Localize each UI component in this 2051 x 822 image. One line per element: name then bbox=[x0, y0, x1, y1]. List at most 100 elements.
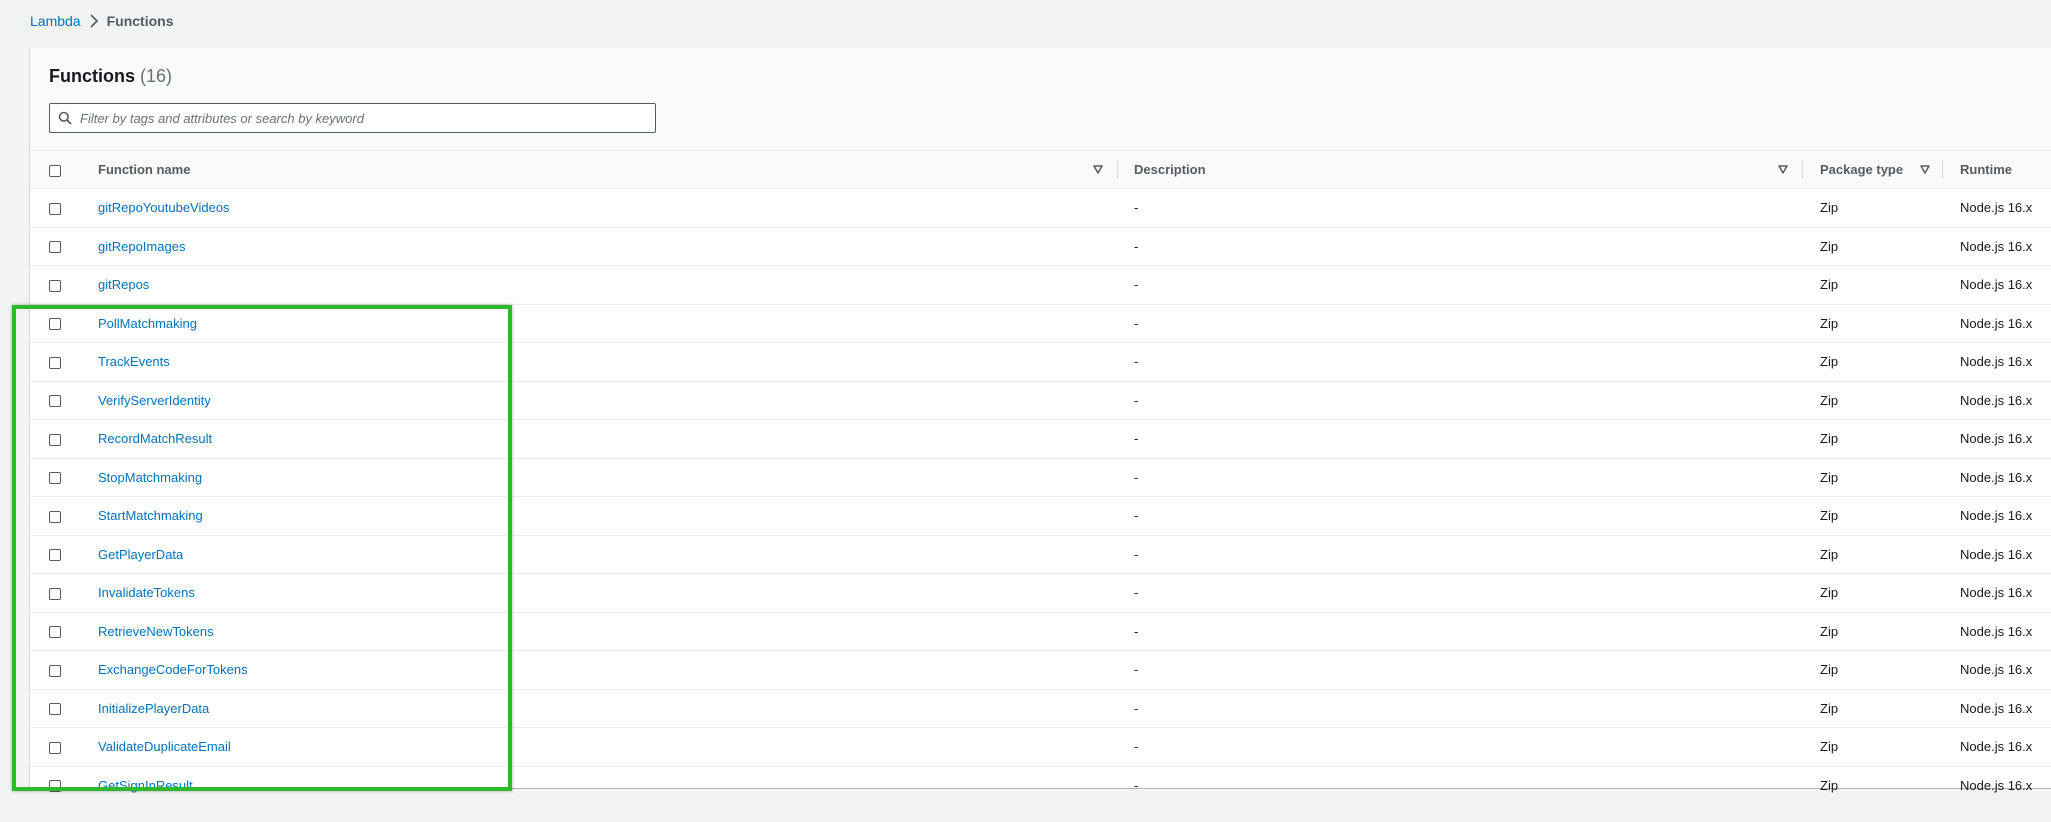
row-checkbox[interactable] bbox=[49, 279, 61, 292]
row-checkbox[interactable] bbox=[49, 510, 61, 523]
description-cell: - bbox=[1117, 304, 1802, 343]
table-row: ExchangeCodeForTokens - Zip Node.js 16.x bbox=[30, 650, 2051, 690]
panel-title: Functions (16) bbox=[49, 66, 172, 87]
row-checkbox-cell bbox=[30, 573, 78, 613]
row-checkbox-cell bbox=[30, 265, 78, 305]
function-name-cell: PollMatchmaking bbox=[78, 304, 1117, 343]
header-package-type[interactable]: Package type bbox=[1802, 150, 1942, 189]
function-name-link[interactable]: RecordMatchResult bbox=[98, 431, 212, 446]
table-row: gitRepoYoutubeVideos - Zip Node.js 16.x bbox=[30, 188, 2051, 228]
function-name-link[interactable]: InitializePlayerData bbox=[98, 701, 209, 716]
search-icon bbox=[50, 111, 80, 125]
breadcrumb-lambda-link[interactable]: Lambda bbox=[30, 13, 81, 29]
function-name-link[interactable]: gitRepos bbox=[98, 277, 149, 292]
runtime-cell: Node.js 16.x bbox=[1942, 227, 2051, 266]
description-cell: - bbox=[1117, 342, 1802, 382]
function-name-cell: StartMatchmaking bbox=[78, 496, 1117, 536]
description-cell: - bbox=[1117, 535, 1802, 574]
package-type-cell: Zip bbox=[1802, 342, 1942, 382]
header-package-type-label: Package type bbox=[1820, 162, 1904, 177]
table-row: gitRepoImages - Zip Node.js 16.x bbox=[30, 227, 2051, 266]
function-name-link[interactable]: GetPlayerData bbox=[98, 547, 183, 562]
row-checkbox[interactable] bbox=[49, 780, 61, 793]
row-checkbox-cell bbox=[30, 381, 78, 420]
function-name-cell: RecordMatchResult bbox=[78, 419, 1117, 459]
package-type-cell: Zip bbox=[1802, 612, 1942, 651]
description-cell: - bbox=[1117, 188, 1802, 228]
function-name-link[interactable]: TrackEvents bbox=[98, 354, 170, 369]
package-type-cell: Zip bbox=[1802, 419, 1942, 459]
row-checkbox[interactable] bbox=[49, 549, 61, 562]
function-count: (16) bbox=[140, 66, 173, 86]
row-checkbox-cell bbox=[30, 188, 78, 228]
row-checkbox[interactable] bbox=[49, 664, 61, 677]
sort-triangle-icon[interactable] bbox=[1778, 165, 1788, 174]
table-row: InvalidateTokens - Zip Node.js 16.x bbox=[30, 573, 2051, 613]
runtime-cell: Node.js 16.x bbox=[1942, 342, 2051, 382]
package-type-cell: Zip bbox=[1820, 777, 1839, 793]
description-cell: - bbox=[1117, 381, 1802, 420]
runtime-cell: Node.js 16.x bbox=[1942, 650, 2051, 690]
row-checkbox[interactable] bbox=[49, 626, 61, 639]
function-name-link[interactable]: InvalidateTokens bbox=[98, 585, 195, 600]
row-checkbox[interactable] bbox=[49, 356, 61, 369]
function-name-link[interactable]: StopMatchmaking bbox=[98, 470, 202, 485]
table-row: InitializePlayerData - Zip Node.js 16.x bbox=[30, 689, 2051, 728]
breadcrumb: Lambda Functions bbox=[30, 13, 173, 29]
row-checkbox-cell bbox=[30, 689, 78, 728]
sort-triangle-icon[interactable] bbox=[1093, 165, 1103, 174]
search-box bbox=[49, 103, 656, 133]
search-input[interactable] bbox=[80, 105, 655, 131]
breadcrumb-current: Functions bbox=[106, 13, 174, 29]
row-checkbox[interactable] bbox=[49, 241, 61, 254]
row-checkbox[interactable] bbox=[49, 433, 61, 446]
row-checkbox-cell bbox=[30, 766, 78, 804]
package-type-cell: Zip bbox=[1802, 496, 1942, 536]
function-name-link[interactable]: gitRepoImages bbox=[98, 239, 185, 254]
header-checkbox-cell bbox=[30, 150, 78, 189]
function-name-cell: InvalidateTokens bbox=[78, 573, 1117, 613]
select-all-checkbox[interactable] bbox=[49, 164, 61, 177]
function-name-cell: GetPlayerData bbox=[78, 535, 1117, 574]
runtime-cell: Node.js 16.x bbox=[1942, 419, 2051, 459]
table-row: VerifyServerIdentity - Zip Node.js 16.x bbox=[30, 381, 2051, 420]
sort-triangle-icon[interactable] bbox=[1920, 165, 1930, 174]
row-checkbox[interactable] bbox=[49, 703, 61, 716]
column-divider bbox=[1117, 160, 1118, 179]
header-function-name[interactable]: Function name bbox=[78, 150, 1117, 189]
table-row: GetSignInResult - Zip Node.js 16.x bbox=[30, 766, 2051, 804]
header-function-name-label: Function name bbox=[98, 162, 191, 177]
row-checkbox[interactable] bbox=[49, 395, 61, 408]
runtime-cell: Node.js 16.x bbox=[1942, 496, 2051, 536]
function-name-link[interactable]: PollMatchmaking bbox=[98, 316, 197, 331]
function-name-link[interactable]: VerifyServerIdentity bbox=[98, 393, 211, 408]
runtime-cell: Node.js 16.x bbox=[1942, 573, 2051, 613]
row-checkbox[interactable] bbox=[49, 741, 61, 754]
package-type-cell: Zip bbox=[1802, 689, 1942, 728]
functions-table: Function name Description Package type R… bbox=[30, 150, 2051, 804]
table-row: GetPlayerData - Zip Node.js 16.x bbox=[30, 535, 2051, 574]
row-checkbox-cell bbox=[30, 727, 78, 767]
function-name-link[interactable]: GetSignInResult bbox=[98, 778, 193, 793]
row-checkbox[interactable] bbox=[49, 472, 61, 485]
header-description[interactable]: Description bbox=[1117, 150, 1802, 189]
function-name-link[interactable]: StartMatchmaking bbox=[98, 508, 203, 523]
description-cell: - bbox=[1117, 458, 1802, 497]
package-type-cell: Zip bbox=[1802, 727, 1942, 767]
package-type-cell: Zip bbox=[1802, 381, 1942, 420]
description-cell: - bbox=[1134, 777, 1139, 793]
function-name-link[interactable]: gitRepoYoutubeVideos bbox=[98, 200, 230, 215]
runtime-cell: Node.js 16.x bbox=[1942, 265, 2051, 305]
row-checkbox[interactable] bbox=[49, 202, 61, 215]
row-checkbox[interactable] bbox=[49, 318, 61, 331]
description-cell: - bbox=[1117, 650, 1802, 690]
row-checkbox[interactable] bbox=[49, 587, 61, 600]
panel-header: Functions (16) bbox=[30, 48, 2051, 150]
function-name-link[interactable]: RetrieveNewTokens bbox=[98, 624, 214, 639]
header-runtime[interactable]: Runtime bbox=[1942, 150, 2051, 189]
function-name-cell: GetSignInResult bbox=[78, 766, 1117, 804]
function-name-cell: gitRepoImages bbox=[78, 227, 1117, 266]
function-name-link[interactable]: ExchangeCodeForTokens bbox=[98, 662, 248, 677]
function-name-link[interactable]: ValidateDuplicateEmail bbox=[98, 739, 231, 754]
table-row: TrackEvents - Zip Node.js 16.x bbox=[30, 342, 2051, 382]
